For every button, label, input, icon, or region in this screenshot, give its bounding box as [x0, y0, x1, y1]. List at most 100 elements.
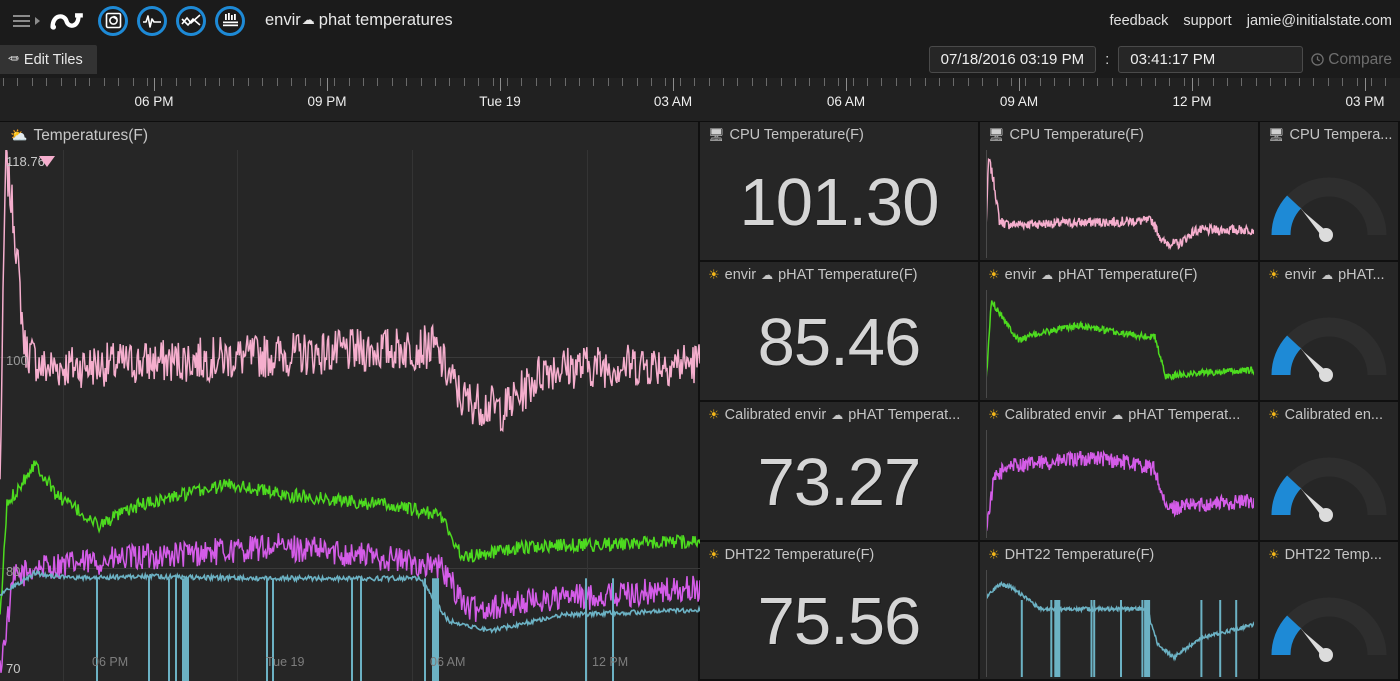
- tile-gauge-3[interactable]: ☀ Calibrated en...: [1260, 402, 1400, 542]
- tile-value-2[interactable]: ☀ envir ☁ pHAT Temperature(F) 85.46: [700, 262, 980, 402]
- end-time-input[interactable]: 03:41:17 PM: [1118, 46, 1304, 73]
- gauge: [1260, 568, 1398, 679]
- account-email[interactable]: jamie@initialstate.com: [1247, 13, 1392, 29]
- tile-title-post: pHAT Temperat...: [1128, 407, 1241, 423]
- tile-sparkline: [985, 290, 1255, 398]
- computer-icon: 🖥: [1268, 127, 1285, 143]
- gauge: [1260, 148, 1398, 260]
- sun-icon: ☀: [1268, 407, 1280, 423]
- chart-line-series: [0, 459, 700, 615]
- ruler-label: 06 AM: [826, 94, 866, 109]
- chart-max-marker-icon: [39, 156, 55, 167]
- gauge: [1260, 288, 1398, 400]
- chart-dropout-spike: [175, 578, 177, 681]
- tile-value: 73.27: [757, 444, 922, 520]
- computer-icon: 🖥: [988, 127, 1005, 143]
- chart-dropout-spike: [182, 578, 189, 681]
- chart-line-series: [0, 533, 700, 673]
- tile-grid: 🖥 CPU Temperature(F) 101.30 🖥 CPU Temperatur…: [700, 122, 1400, 681]
- tiles-dashboard-icon[interactable]: [98, 5, 128, 36]
- tile-value-1[interactable]: 🖥 CPU Temperature(F) 101.30: [700, 122, 980, 262]
- sun-icon: ☀: [988, 547, 1000, 563]
- tile-gauge-1[interactable]: 🖥 CPU Tempera...: [1260, 122, 1400, 262]
- tile-title-post: pHAT Temperature(F): [1058, 267, 1198, 283]
- chart-y-axis-label: 70: [6, 661, 21, 676]
- tile-title-pre: Calibrated envir: [1004, 407, 1107, 423]
- chart-y-axis-label: 100: [6, 353, 28, 369]
- main-chart-tile[interactable]: ⛅ Temperatures(F) 118.76 100 80 70 06 PM Tue …: [0, 122, 700, 681]
- tile-gauge-4[interactable]: ☀ DHT22 Temp...: [1260, 542, 1400, 681]
- tile-value-3[interactable]: ☀ Calibrated envir ☁ pHAT Temperat... 73.27: [700, 402, 980, 542]
- chart-dropout-spike: [424, 578, 426, 681]
- gauge-svg: [1271, 177, 1387, 242]
- cloud-icon: ☁: [761, 268, 774, 282]
- pencil-icon: ✏: [8, 52, 19, 67]
- chart-y-axis-label: 80: [6, 563, 21, 579]
- chart-x-axis-label: Tue 19: [266, 655, 305, 669]
- cloud-icon: ☁: [301, 13, 315, 28]
- dashboard-title-prefix: envir: [265, 11, 301, 29]
- tile-header: ☀ Calibrated envir ☁ pHAT Temperat...: [988, 407, 1254, 423]
- sparkline-svg: [985, 570, 1255, 677]
- tile-gauge-2[interactable]: ☀ envir ☁ pHAT...: [1260, 262, 1400, 402]
- cloud-icon: ☁: [1321, 268, 1334, 282]
- tile-title-post: pHAT Temperat...: [848, 407, 961, 423]
- chart-dropout-spike: [360, 578, 362, 681]
- initial-state-wave-logo[interactable]: [50, 4, 88, 38]
- gauge-svg: [1271, 317, 1387, 382]
- gauge-svg: [1271, 457, 1387, 522]
- start-time-input[interactable]: 07/18/2016 03:19 PM: [928, 46, 1097, 73]
- compare-button[interactable]: Compare: [1311, 51, 1394, 69]
- sparkline-svg: [985, 430, 1255, 538]
- tile-value: 101.30: [739, 164, 940, 240]
- partly-sunny-icon: ⛅: [10, 128, 28, 144]
- waves-icon[interactable]: [137, 5, 167, 36]
- nav-icon-group: [98, 5, 245, 36]
- feedback-link[interactable]: feedback: [1109, 13, 1168, 29]
- hamburger-menu-icon[interactable]: [0, 0, 34, 41]
- tile-title-text: CPU Temperature(F): [1009, 127, 1144, 143]
- menu-toggle[interactable]: [0, 0, 40, 41]
- tile-sparkline: [985, 430, 1255, 538]
- tile-sparkline-2[interactable]: ☀ envir ☁ pHAT Temperature(F): [980, 262, 1260, 402]
- tile-sparkline-3[interactable]: ☀ Calibrated envir ☁ pHAT Temperat...: [980, 402, 1260, 542]
- tile-sparkline-1[interactable]: 🖥 CPU Temperature(F): [980, 122, 1260, 262]
- tile-title-text: DHT22 Temperature(F): [1004, 547, 1155, 563]
- edit-tiles-button[interactable]: ✏ Edit Tiles: [0, 45, 97, 74]
- main-chart-title-text: Temperatures(F): [33, 127, 148, 144]
- support-link[interactable]: support: [1183, 13, 1231, 29]
- tile-value: 75.56: [757, 584, 922, 659]
- tile-title-post: pHAT Temperature(F): [778, 267, 918, 283]
- tile-header: ☀ Calibrated envir ☁ pHAT Temperat...: [708, 407, 974, 423]
- ruler-label: Tue 19: [479, 94, 521, 109]
- ruler-label: 09 PM: [307, 94, 347, 109]
- chart-x-axis-label: 12 PM: [592, 655, 629, 669]
- chart-dropout-spike: [148, 578, 150, 681]
- sun-icon: ☀: [1268, 267, 1280, 283]
- tile-title-trunc: Calibrated en...: [1284, 407, 1383, 423]
- cloud-icon: ☁: [1111, 408, 1124, 422]
- main-chart-plot-area[interactable]: 118.76 100 80 70 06 PM Tue 19 06 AM 12 PM: [0, 150, 700, 681]
- time-separator: :: [1105, 51, 1110, 68]
- tile-header: ☀ DHT22 Temperature(F): [708, 547, 974, 563]
- chart-x-axis-label: 06 PM: [92, 655, 129, 669]
- lines-chart-icon[interactable]: [176, 5, 206, 36]
- ruler-label: 06 PM: [134, 94, 174, 109]
- chart-line-series: [0, 150, 700, 480]
- compare-label: Compare: [1328, 50, 1392, 68]
- tile-value-4[interactable]: ☀ DHT22 Temperature(F) 75.56: [700, 542, 980, 681]
- tile-header: ☀ DHT22 Temperature(F): [988, 547, 1254, 563]
- tile-title-pre: envir: [724, 267, 757, 283]
- data-bucket-icon[interactable]: [215, 5, 245, 36]
- edit-tiles-label: Edit Tiles: [23, 51, 83, 68]
- tile-sparkline: [985, 570, 1255, 677]
- tile-title-pre: envir: [1004, 267, 1037, 283]
- tile-header: ☀ DHT22 Temp...: [1268, 547, 1394, 563]
- dashboard-content: ⛅ Temperatures(F) 118.76 100 80 70 06 PM Tue …: [0, 122, 1400, 681]
- tile-sparkline-4[interactable]: ☀ DHT22 Temperature(F): [980, 542, 1260, 681]
- cloud-icon: ☁: [831, 408, 844, 422]
- timeline-ruler[interactable]: 06 PM 09 PM Tue 19 03 AM 06 AM 09 AM 12 PM 03 P…: [0, 78, 1400, 122]
- ruler-label: 03 PM: [1345, 94, 1385, 109]
- tile-title-text: CPU Tempera...: [1289, 127, 1393, 143]
- ruler-label: 09 AM: [999, 94, 1039, 109]
